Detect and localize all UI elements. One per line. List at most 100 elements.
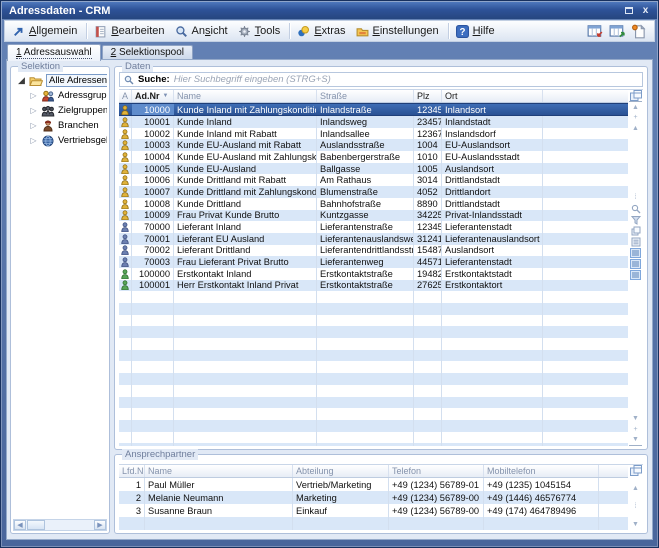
cell-plz[interactable]: 1004 <box>414 139 442 151</box>
search-input[interactable] <box>174 74 638 86</box>
tree-expander-icon[interactable]: ▷ <box>29 136 38 145</box>
column-header-strasse[interactable]: Straße <box>317 90 414 102</box>
cell-ort[interactable]: Drittlandstadt <box>442 174 543 186</box>
cell-adnr[interactable]: 70000 <box>132 221 174 233</box>
table-row[interactable]: 70003Frau Lieferant Privat BruttoLiefera… <box>119 256 628 268</box>
cell-strasse[interactable]: Erstkontaktstraße <box>317 280 414 292</box>
scroll-right-icon[interactable]: ▶ <box>94 520 106 530</box>
cell-name[interactable]: Frau Lieferant Privat Brutto <box>174 256 317 268</box>
cell-plz[interactable]: 4052 <box>414 186 442 198</box>
cell-strasse[interactable]: Inlandsweg <box>317 116 414 128</box>
cell-ort[interactable]: Auslandsort <box>442 245 543 257</box>
cell-empty[interactable] <box>543 186 628 198</box>
cell-adnr[interactable]: 10006 <box>132 174 174 186</box>
cell-plz[interactable]: 12367 <box>414 128 442 140</box>
cell-empty[interactable] <box>543 128 628 140</box>
table-row[interactable]: 10006Kunde Drittland mit RabattAm Rathau… <box>119 174 628 186</box>
menu-item-extras[interactable]: Extras <box>293 23 351 40</box>
cell-plz[interactable]: 19482 <box>414 268 442 280</box>
list-button-icon[interactable] <box>629 247 642 258</box>
cell-ort[interactable]: Lieferantenstadt <box>442 221 543 233</box>
person-customer-icon[interactable] <box>119 174 132 186</box>
cell-name[interactable]: Kunde EU-Ausland mit Rabatt <box>174 139 317 151</box>
cell-ort[interactable]: EU-Auslandsort <box>442 139 543 151</box>
cell-name[interactable]: Herr Erstkontakt Inland Privat <box>174 280 317 292</box>
cell-strasse[interactable]: Lieferantenstraße <box>317 221 414 233</box>
cell-adnr[interactable]: 10001 <box>132 116 174 128</box>
column-chooser-icon[interactable] <box>629 90 642 101</box>
cell-empty[interactable] <box>543 268 628 280</box>
cell-empty[interactable] <box>543 280 628 292</box>
cell-plz[interactable]: 1010 <box>414 151 442 163</box>
tree-item-alle-adressen[interactable]: ◢Alle Adressen <box>13 73 107 88</box>
person-customer-icon[interactable] <box>119 151 132 163</box>
cell-adnr[interactable]: 70001 <box>132 233 174 245</box>
table-row[interactable]: 70000Lieferant InlandLieferantenstraße12… <box>119 221 628 233</box>
column-header-abteilung[interactable]: Abteilung <box>293 465 389 477</box>
person-customer-icon[interactable] <box>119 163 132 175</box>
person-customer-icon[interactable] <box>119 116 132 128</box>
cell-name[interactable]: Kunde Drittland mit Rabatt <box>174 174 317 186</box>
cell-ort[interactable]: Lieferantenstadt <box>442 256 543 268</box>
tree-item-zielgruppen[interactable]: ▷Zielgruppen <box>13 103 107 118</box>
person-customer-icon[interactable] <box>119 139 132 151</box>
scroll-down-icon[interactable]: ▼ <box>629 519 642 530</box>
filter-icon[interactable] <box>629 214 642 225</box>
cell-adnr[interactable]: 10007 <box>132 186 174 198</box>
cell-plz[interactable]: 123456 <box>414 221 442 233</box>
cell-ort[interactable]: Inlandstadt <box>442 116 543 128</box>
cell-strasse[interactable]: Lieferantenauslandsweg <box>317 233 414 245</box>
column-header-mobiltelefon[interactable]: Mobiltelefon <box>484 465 599 477</box>
cell-mobiltelefon[interactable]: +49 (1235) 1045154 <box>484 478 599 491</box>
menu-item-bearbeiten[interactable]: Bearbeiten <box>90 23 170 40</box>
cell-name[interactable]: Susanne Braun <box>145 504 293 517</box>
tab-2-selektionspool[interactable]: 2 Selektionspool <box>102 45 193 60</box>
person-supplier-icon[interactable] <box>119 256 132 268</box>
cell-strasse[interactable]: Lieferantenweg <box>317 256 414 268</box>
cell-name[interactable]: Kunde Inland <box>174 116 317 128</box>
insert-icon[interactable]: + <box>629 112 642 123</box>
cell-plz[interactable]: 44571 <box>414 256 442 268</box>
column-header-plz[interactable]: Plz <box>414 90 442 102</box>
table-row[interactable]: 10003Kunde EU-Ausland mit RabattAuslands… <box>119 139 628 151</box>
scroll-top-icon[interactable]: ▲ <box>629 101 642 112</box>
column-chooser-icon[interactable] <box>629 465 642 476</box>
cell-adnr[interactable]: 10005 <box>132 163 174 175</box>
cell-name[interactable]: Frau Privat Kunde Brutto <box>174 210 317 222</box>
column-header-contact-name[interactable]: Name <box>145 465 293 477</box>
tab-1-adressauswahl[interactable]: 1 Adressauswahl <box>7 44 101 61</box>
cell-plz[interactable]: 31241 <box>414 233 442 245</box>
tree-item-adressgruppen[interactable]: ▷Adressgruppen <box>13 88 107 103</box>
person-customer-icon[interactable] <box>119 104 132 115</box>
person-customer-icon[interactable] <box>119 128 132 140</box>
tree-horizontal-scrollbar[interactable]: ◀ ▶ <box>13 519 107 531</box>
cell-name[interactable]: Kunde Drittland <box>174 198 317 210</box>
cell-empty[interactable] <box>543 210 628 222</box>
grip-icon[interactable]: ⁞ <box>629 192 642 203</box>
cell-empty[interactable] <box>599 504 628 517</box>
cell-adnr[interactable]: 10008 <box>132 198 174 210</box>
cell-name[interactable]: Kunde Drittland mit Zahlungskonditionen <box>174 186 317 198</box>
cell-empty[interactable] <box>543 116 628 128</box>
person-contact-icon[interactable] <box>119 280 132 292</box>
list-button-icon[interactable] <box>629 269 642 280</box>
cell-adnr[interactable]: 100000 <box>132 268 174 280</box>
scroll-bottom-icon[interactable]: ▼ <box>629 435 642 446</box>
cell-lfdnr[interactable]: 1 <box>119 478 145 491</box>
cell-name[interactable]: Erstkontakt Inland <box>174 268 317 280</box>
table-row[interactable]: 100001Herr Erstkontakt Inland PrivatErst… <box>119 280 628 292</box>
cell-strasse[interactable]: Kuntzgasse <box>317 210 414 222</box>
contact-row[interactable]: 1Paul MüllerVertrieb/Marketing+49 (1234)… <box>119 478 628 491</box>
cell-empty[interactable] <box>543 198 628 210</box>
cell-adnr[interactable]: 10002 <box>132 128 174 140</box>
cell-plz[interactable]: 3014 <box>414 174 442 186</box>
cell-adnr[interactable]: 10003 <box>132 139 174 151</box>
scroll-up-icon[interactable]: ▲ <box>629 483 642 494</box>
cell-adnr[interactable]: 10009 <box>132 210 174 222</box>
column-header-a[interactable]: A <box>119 90 132 102</box>
column-header-adnr[interactable]: Ad.Nr▼ <box>132 90 174 102</box>
contact-row[interactable]: 2Melanie NeumannMarketing+49 (1234) 5678… <box>119 491 628 504</box>
new-document-icon[interactable] <box>631 24 647 39</box>
tree-expander-icon[interactable]: ▷ <box>29 91 38 100</box>
cell-name[interactable]: Paul Müller <box>145 478 293 491</box>
